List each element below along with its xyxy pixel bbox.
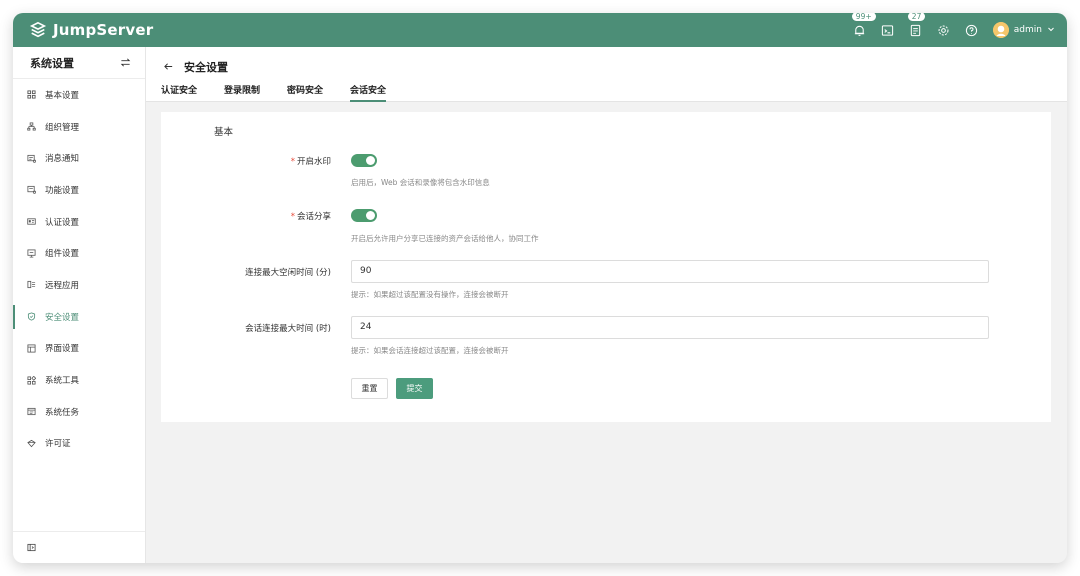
license-icon [27, 439, 36, 448]
chevron-down-icon [1047, 25, 1055, 36]
tickets-button[interactable]: 27 [906, 13, 927, 37]
remote-app-icon [27, 280, 36, 289]
switch-view-icon[interactable] [120, 53, 131, 72]
layout-icon [27, 344, 36, 353]
shield-icon [27, 312, 36, 321]
sidebar-item-label: 安全设置 [45, 312, 80, 323]
settings-button[interactable] [937, 23, 951, 37]
submit-button[interactable]: 提交 [396, 378, 433, 399]
sidebar-item-label: 认证设置 [45, 217, 80, 228]
tab-login-limit[interactable]: 登录限制 [224, 81, 260, 102]
tab-bar: 认证安全 登录限制 密码安全 会话安全 [161, 81, 387, 102]
user-avatar-icon [992, 22, 1009, 38]
page-title: 安全设置 [184, 60, 228, 74]
title-row: 安全设置 [163, 57, 228, 76]
watermark-label: * 开启水印 [291, 155, 331, 167]
brand-name: JumpServer [53, 21, 154, 39]
sidebar-item-messages[interactable]: 消息通知 [13, 142, 145, 174]
settings-form-card: 基本 * 开启水印 启用后，Web 会话和录像将包含水印信息 * 会话分享 开启后允… [161, 112, 1051, 422]
sidebar-item-remote-apps[interactable]: 远程应用 [13, 269, 145, 301]
max-session-label: 会话连接最大时间 (时) [245, 324, 331, 334]
tab-auth-security[interactable]: 认证安全 [161, 81, 197, 102]
sidebar-item-license[interactable]: 许可证 [13, 428, 145, 460]
terminal-icon [882, 24, 894, 36]
username: admin [1013, 25, 1042, 35]
sidebar-item-tools[interactable]: 系统工具 [13, 364, 145, 396]
sidebar-item-label: 界面设置 [45, 344, 80, 355]
component-icon [27, 249, 36, 258]
session-share-toggle[interactable] [351, 209, 377, 222]
back-arrow-icon[interactable] [163, 57, 174, 76]
required-mark: * [290, 157, 295, 167]
feature-icon [27, 185, 36, 195]
app-window: JumpServer 99+ 27 admin 系统设置 基本设置 组织管理 消… [13, 13, 1067, 563]
session-share-label-text: 会话分享 [296, 212, 331, 222]
sidebar-item-interface[interactable]: 界面设置 [13, 333, 145, 365]
help-button[interactable] [965, 23, 979, 37]
max-session-hint: 提示：如果会话连接超过该配置，连接会被断开 [351, 346, 509, 355]
task-icon [27, 407, 36, 416]
section-title: 基本 [214, 127, 234, 138]
watermark-label-text: 开启水印 [296, 157, 331, 167]
tab-session-security[interactable]: 会话安全 [350, 81, 387, 102]
sidebar-item-label: 组件设置 [45, 249, 80, 260]
jumpserver-logo-icon [29, 21, 47, 38]
top-bar: JumpServer 99+ 27 admin [13, 13, 1067, 47]
watermark-hint: 启用后，Web 会话和录像将包含水印信息 [351, 178, 490, 187]
help-icon [966, 24, 978, 36]
collapse-sidebar-icon [27, 543, 36, 552]
avatar [992, 22, 1009, 38]
sidebar-item-components[interactable]: 组件设置 [13, 237, 145, 269]
sidebar-item-label: 系统工具 [45, 376, 80, 387]
notifications-button[interactable]: 99+ [850, 13, 877, 37]
max-idle-label: 连接最大空闲时间 (分) [245, 268, 331, 278]
tab-password-security[interactable]: 密码安全 [287, 81, 323, 102]
max-idle-hint: 提示：如果超过该配置没有操作，连接会被断开 [351, 290, 509, 299]
document-icon [911, 24, 921, 36]
session-share-hint: 开启后允许用户分享已连接的资产会话给他人，协同工作 [351, 234, 539, 243]
sidebar-item-label: 许可证 [45, 439, 71, 450]
sidebar-item-security[interactable]: 安全设置 [13, 301, 145, 333]
top-right-toolbar: 99+ 27 admin [850, 13, 1055, 47]
max-idle-input[interactable]: 90 [351, 260, 989, 283]
message-icon [27, 154, 36, 163]
notifications-badge: 99+ [850, 13, 877, 22]
sidebar-collapse-button[interactable] [13, 531, 145, 563]
sidebar-item-label: 系统任务 [45, 407, 80, 418]
max-session-input[interactable]: 24 [351, 316, 989, 339]
org-icon [27, 122, 36, 131]
id-card-icon [27, 217, 36, 226]
brand-logo[interactable]: JumpServer [29, 19, 153, 41]
sidebar-item-label: 消息通知 [45, 154, 80, 165]
sidebar-item-label: 远程应用 [45, 280, 80, 291]
session-share-label: * 会话分享 [291, 210, 331, 222]
sidebar-item-tasks[interactable]: 系统任务 [13, 396, 145, 428]
sidebar-item-label: 组织管理 [45, 122, 80, 133]
grid-icon [27, 90, 36, 99]
sidebar-item-org[interactable]: 组织管理 [13, 111, 145, 143]
sidebar-item-basic[interactable]: 基本设置 [13, 79, 145, 111]
sidebar-title: 系统设置 [30, 56, 74, 70]
user-menu[interactable]: admin [992, 22, 1055, 38]
tools-icon [27, 375, 36, 385]
sidebar-header: 系统设置 [13, 47, 145, 79]
watermark-toggle[interactable] [351, 154, 377, 167]
sidebar-item-label: 基本设置 [45, 90, 80, 101]
reset-button[interactable]: 重置 [351, 378, 388, 399]
terminal-button[interactable] [881, 23, 895, 37]
tickets-badge: 27 [906, 13, 927, 22]
sidebar-item-label: 功能设置 [45, 185, 80, 196]
required-mark: * [290, 212, 295, 222]
sidebar: 系统设置 基本设置 组织管理 消息通知 功能设置 认证设置 组件设置 远程应用 … [13, 47, 146, 563]
sidebar-item-features[interactable]: 功能设置 [13, 174, 145, 206]
gear-icon [938, 25, 949, 35]
sidebar-item-auth[interactable]: 认证设置 [13, 206, 145, 238]
page-header: 安全设置 认证安全 登录限制 密码安全 会话安全 [146, 47, 1067, 102]
bell-icon [855, 25, 865, 36]
